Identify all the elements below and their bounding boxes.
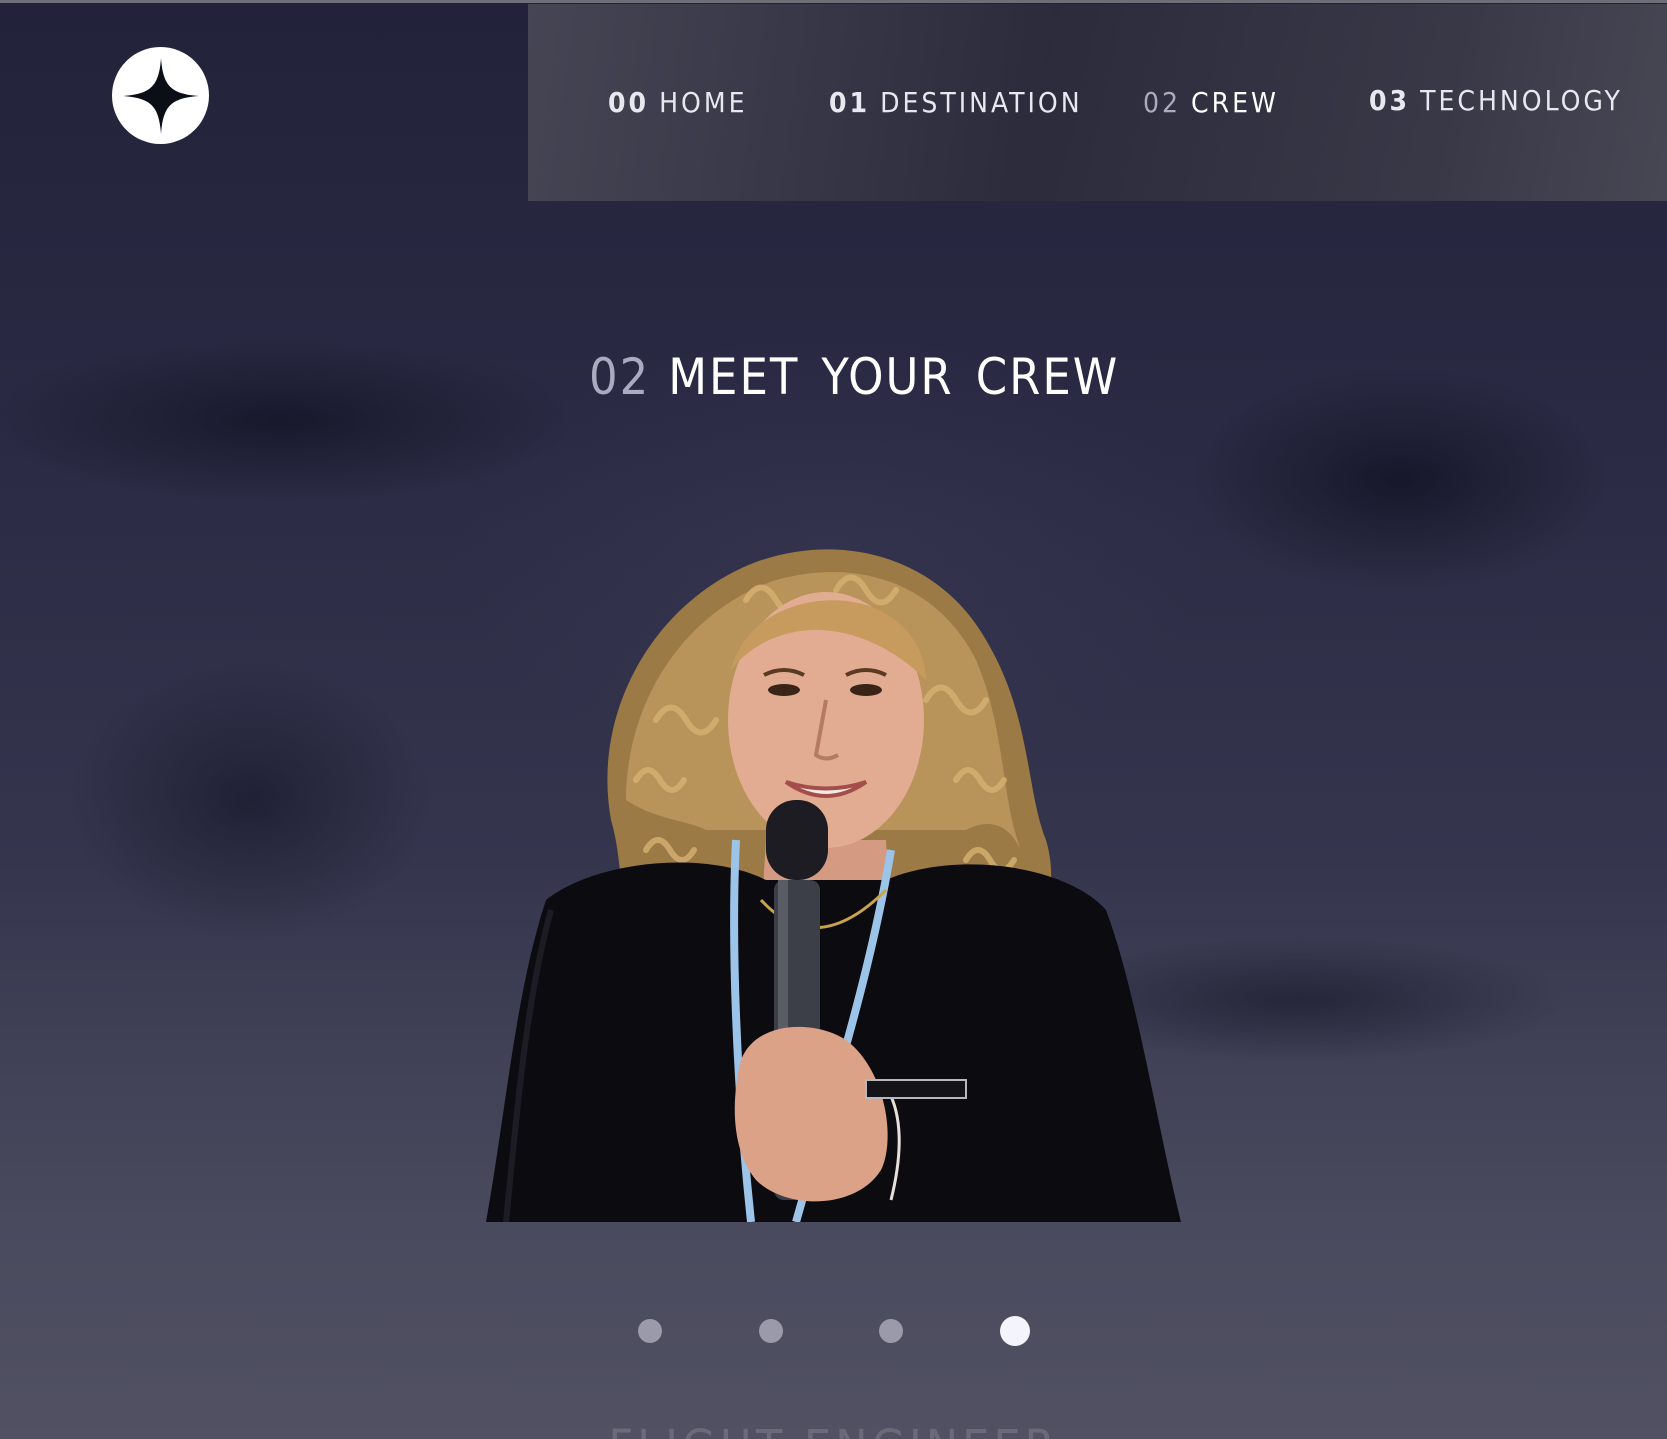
crew-role: FLIGHT ENGINEER [0, 1420, 1667, 1439]
crew-member-photo [486, 549, 1181, 1222]
carousel-dot-3[interactable] [879, 1319, 903, 1343]
crew-page: 00 HOME 01 DESTINATION 02 CREW 03 TECHNOLOGY… [0, 0, 1667, 1439]
nav-item-label: CREW [1191, 86, 1279, 119]
nav-item-number: 01 [829, 86, 871, 119]
crew-carousel-dots [0, 1316, 1667, 1346]
nav-item-label: DESTINATION [880, 86, 1083, 119]
heading-word: MEET [668, 348, 800, 406]
nav-item-number: 02 [1143, 86, 1182, 119]
star-icon [122, 57, 199, 134]
nav-item-crew[interactable]: 02 CREW [1143, 86, 1279, 119]
brand-logo[interactable] [112, 47, 209, 144]
heading-number: 02 [589, 348, 651, 406]
carousel-dot-4[interactable] [1000, 1316, 1030, 1346]
heading-word: YOUR [821, 348, 954, 406]
nav-item-technology[interactable]: 03 TECHNOLOGY [1369, 84, 1623, 117]
nav-item-home[interactable]: 00 HOME [608, 86, 748, 119]
nav-item-label: HOME [659, 86, 748, 119]
heading-word: CREW [975, 348, 1120, 406]
nav-item-destination[interactable]: 01 DESTINATION [829, 86, 1083, 119]
primary-nav: 00 HOME 01 DESTINATION 02 CREW 03 TECHNOLOGY [528, 4, 1667, 201]
page-heading: 02 MEET YOUR CREW [589, 348, 1119, 406]
carousel-dot-1[interactable] [638, 1319, 662, 1343]
top-divider [0, 0, 1667, 3]
carousel-dot-2[interactable] [759, 1319, 783, 1343]
nav-item-label: TECHNOLOGY [1420, 84, 1623, 117]
nav-item-number: 00 [608, 86, 650, 119]
nav-item-number: 03 [1369, 84, 1411, 117]
